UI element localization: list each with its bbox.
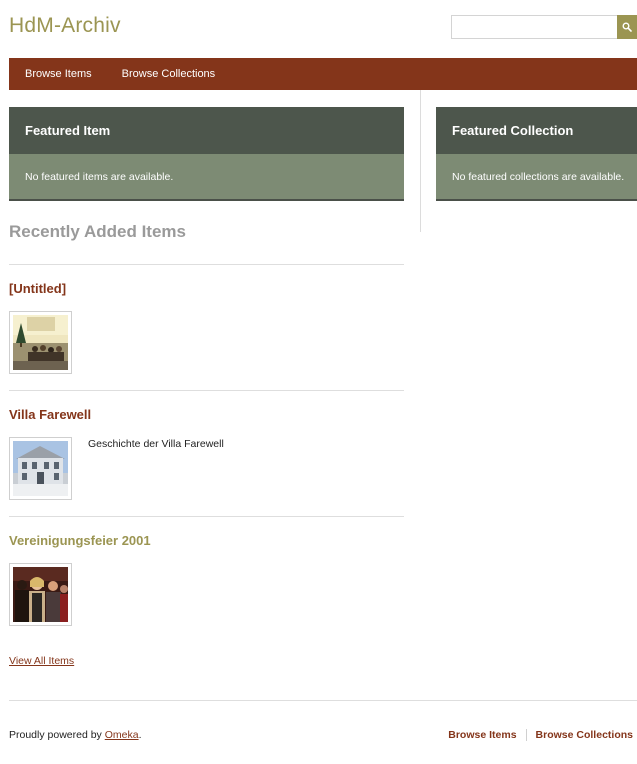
item-divider	[9, 516, 404, 517]
featured-collection-panel: Featured Collection No featured collecti…	[436, 107, 637, 201]
villa-building-photo	[13, 441, 68, 496]
recent-items-heading: Recently Added Items	[9, 222, 186, 241]
search-input[interactable]	[451, 15, 617, 39]
site-title[interactable]: HdM-Archiv	[9, 14, 121, 38]
view-all-items-link[interactable]: View All Items	[9, 655, 74, 667]
event-hall-photo	[13, 315, 68, 370]
footer-divider	[9, 700, 637, 701]
search-icon	[622, 22, 632, 32]
search-form	[451, 15, 637, 39]
item-title-vereinigungsfeier[interactable]: Vereinigungsfeier 2001	[9, 533, 151, 548]
item-thumbnail-vereinigungsfeier[interactable]	[9, 563, 72, 626]
nav-browse-items[interactable]: Browse Items	[25, 68, 92, 80]
item-divider	[9, 264, 404, 265]
featured-item-message: No featured items are available.	[25, 170, 174, 183]
item-description: Geschichte der Villa Farewell	[88, 438, 224, 450]
footer-powered-suffix: .	[138, 729, 142, 741]
footer-powered-prefix: Proudly powered by	[9, 729, 105, 741]
footer-separator	[525, 729, 527, 741]
footer-powered-by: Proudly powered by Omeka.	[9, 729, 142, 741]
featured-collection-heading: Featured Collection	[436, 107, 637, 154]
column-divider	[420, 90, 421, 232]
item-title-villa-farewell[interactable]: Villa Farewell	[9, 407, 91, 422]
footer-nav-browse-items[interactable]: Browse Items	[448, 729, 516, 741]
nav-browse-collections[interactable]: Browse Collections	[122, 68, 216, 80]
search-button[interactable]	[617, 15, 637, 39]
item-title-untitled[interactable]: [Untitled]	[9, 281, 66, 296]
footer-nav-browse-collections[interactable]: Browse Collections	[536, 729, 633, 741]
omeka-link[interactable]: Omeka	[105, 729, 139, 741]
item-divider	[9, 390, 404, 391]
footer-navigation: Browse Items Browse Collections	[448, 729, 633, 741]
featured-collection-message: No featured collections are available.	[452, 170, 625, 183]
item-thumbnail-villa-farewell[interactable]	[9, 437, 72, 500]
featured-item-heading: Featured Item	[9, 107, 404, 154]
celebration-people-photo	[13, 567, 68, 622]
featured-item-panel: Featured Item No featured items are avai…	[9, 107, 404, 201]
main-navigation: Browse Items Browse Collections	[9, 58, 637, 90]
item-thumbnail-untitled[interactable]	[9, 311, 72, 374]
